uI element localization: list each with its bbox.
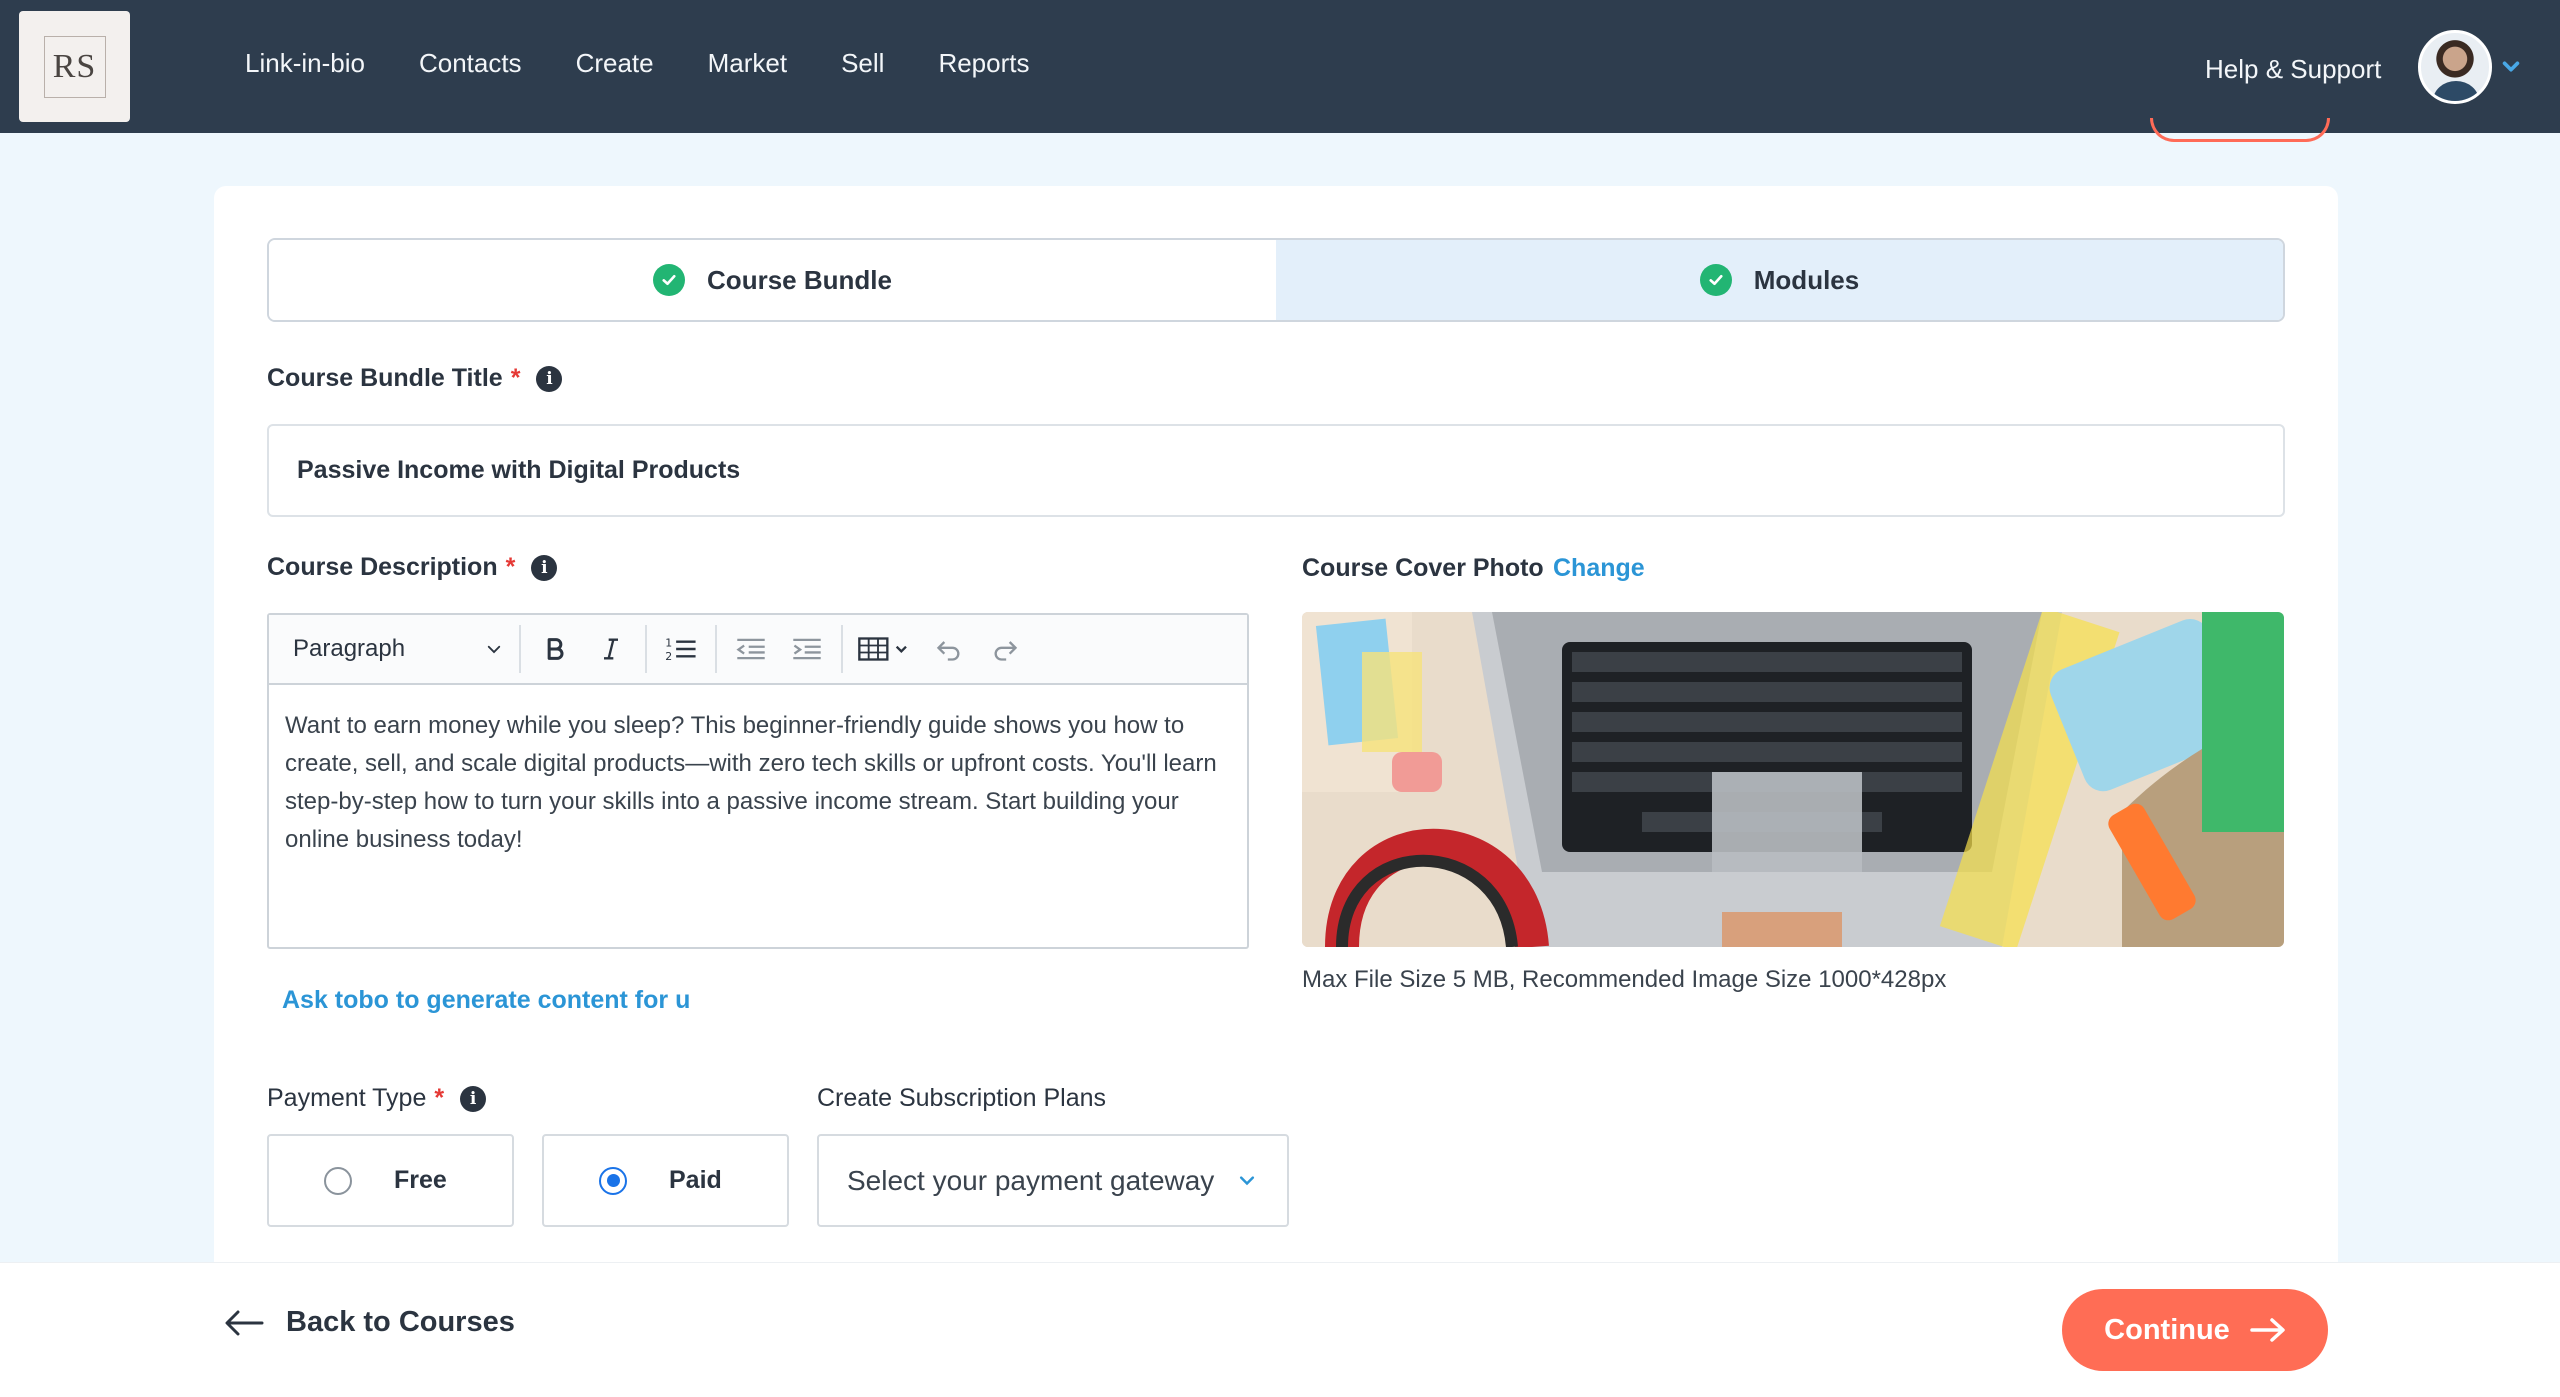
bold-button[interactable]: [527, 624, 583, 674]
nav-menu: Link-in-bio Contacts Create Market Sell …: [245, 0, 1029, 133]
label-text: Course Bundle Title: [267, 364, 503, 392]
svg-text:1: 1: [665, 637, 672, 650]
nav-item-reports[interactable]: Reports: [938, 48, 1029, 79]
tab-label: Modules: [1753, 264, 1860, 295]
redo-button[interactable]: [977, 624, 1033, 674]
numbered-list-icon: 12: [665, 637, 696, 663]
editor-content[interactable]: Want to earn money while you sleep? This…: [269, 685, 1247, 881]
nav-item-sell[interactable]: Sell: [841, 48, 884, 79]
chevron-down-icon: [1239, 1175, 1255, 1185]
payment-type-label: Payment Type * i: [267, 1084, 487, 1113]
ai-generate-link[interactable]: Ask tobo to generate content for u: [282, 986, 690, 1015]
avatar[interactable]: [2418, 30, 2492, 104]
step-tabs: Course Bundle Modules: [267, 238, 2285, 322]
course-description-label: Course Description * i: [267, 553, 558, 582]
required-mark: *: [505, 553, 516, 581]
undo-icon: [936, 641, 960, 661]
tab-modules[interactable]: Modules: [1276, 240, 2283, 320]
chevron-down-icon: [487, 645, 501, 654]
required-mark: *: [510, 364, 521, 392]
undo-button[interactable]: [921, 624, 977, 674]
select-placeholder: Select your payment gateway: [847, 1164, 1215, 1196]
check-circle-icon: [1699, 264, 1732, 296]
arrow-right-icon: [2250, 1318, 2285, 1342]
option-label: Free: [394, 1166, 447, 1194]
label-text: Course Description: [267, 553, 498, 581]
back-label: Back to Courses: [286, 1306, 515, 1338]
info-icon[interactable]: i: [460, 1085, 487, 1112]
payment-option-free[interactable]: Free: [267, 1134, 514, 1227]
numbered-list-button[interactable]: 12: [653, 624, 709, 674]
rich-text-editor: Paragraph 12 Want to earn money while yo…: [267, 613, 1249, 949]
nav-item-market[interactable]: Market: [708, 48, 787, 79]
indent-icon: [793, 638, 821, 660]
editor-toolbar: Paragraph 12: [269, 615, 1247, 685]
logo-monogram: RS: [43, 35, 106, 98]
block-format-value: Paragraph: [293, 635, 406, 662]
info-icon[interactable]: i: [536, 365, 563, 392]
outdent-button[interactable]: [723, 624, 779, 674]
bold-icon: [547, 638, 564, 660]
brand-logo[interactable]: RS: [19, 11, 130, 122]
block-format-select[interactable]: Paragraph: [283, 635, 513, 663]
label-text: Payment Type: [267, 1084, 427, 1112]
outdent-icon: [736, 638, 765, 660]
chevron-down-icon[interactable]: [2500, 56, 2522, 78]
cover-photo-hint: Max File Size 5 MB, Recommended Image Si…: [1302, 966, 1947, 993]
tab-course-bundle[interactable]: Course Bundle: [269, 240, 1276, 320]
tab-label: Course Bundle: [707, 264, 892, 295]
radio-free[interactable]: [324, 1166, 352, 1195]
nav-item-link-in-bio[interactable]: Link-in-bio: [245, 48, 365, 79]
back-to-courses-button[interactable]: Back to Courses: [224, 1306, 515, 1339]
table-icon: [858, 637, 907, 661]
hidden-button-edge[interactable]: [2150, 118, 2330, 142]
nav-item-create[interactable]: Create: [576, 48, 654, 79]
subscription-plans-label: Create Subscription Plans: [817, 1084, 1107, 1112]
toolbar-divider: [715, 625, 717, 673]
redo-icon: [994, 641, 1018, 661]
insert-table-button[interactable]: [849, 624, 921, 674]
payment-option-paid[interactable]: Paid: [542, 1134, 789, 1227]
check-circle-icon: [653, 264, 686, 296]
info-icon[interactable]: i: [531, 554, 558, 581]
svg-text:2: 2: [665, 650, 672, 663]
cover-photo-label: Course Cover Photo: [1302, 554, 1544, 582]
help-support-link[interactable]: Help & Support: [2205, 54, 2381, 85]
payment-gateway-select[interactable]: Select your payment gateway: [817, 1134, 1289, 1227]
radio-paid[interactable]: [599, 1166, 627, 1195]
change-cover-link[interactable]: Change: [1553, 554, 1645, 583]
continue-label: Continue: [2104, 1313, 2230, 1346]
option-label: Paid: [669, 1166, 722, 1194]
course-title-input[interactable]: Passive Income with Digital Products: [267, 424, 2285, 517]
italic-button[interactable]: [583, 624, 639, 674]
arrow-left-icon: [225, 1310, 264, 1335]
nav-item-contacts[interactable]: Contacts: [419, 48, 522, 79]
continue-button[interactable]: Continue: [2062, 1289, 2328, 1371]
required-mark: *: [434, 1084, 445, 1112]
course-title-label: Course Bundle Title * i: [267, 364, 563, 393]
toolbar-divider: [841, 625, 843, 673]
cover-photo[interactable]: [1302, 612, 2284, 947]
indent-button[interactable]: [779, 624, 835, 674]
cover-photo-illustration: [1302, 612, 2284, 947]
toolbar-divider: [519, 625, 521, 673]
italic-icon: [604, 638, 618, 660]
top-nav: RS Link-in-bio Contacts Create Market Se…: [0, 0, 2560, 133]
toolbar-divider: [645, 625, 647, 673]
